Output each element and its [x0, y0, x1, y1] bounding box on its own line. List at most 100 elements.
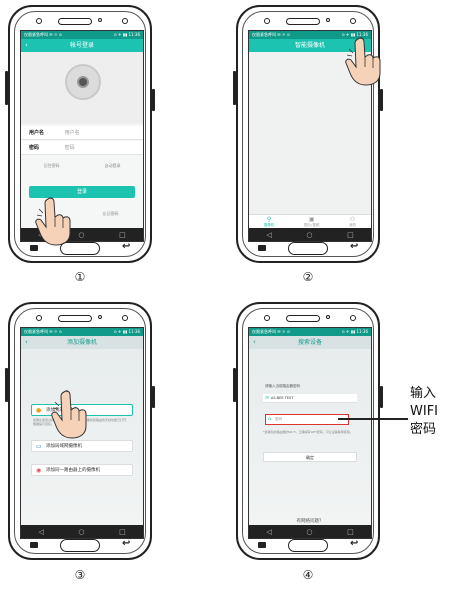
camera-banner	[21, 52, 143, 124]
network-problem-link[interactable]: 有网络问题？	[249, 518, 371, 524]
side-button	[152, 89, 155, 111]
remember-password-checkbox[interactable]: 记住密码	[44, 163, 60, 169]
side-button	[152, 386, 155, 408]
password-field[interactable]: 密码 密码	[21, 141, 143, 155]
page-title: 智能摄像机	[294, 42, 325, 49]
sensor-dot	[98, 18, 102, 22]
image-tab-icon: ▣	[308, 215, 315, 223]
physical-home-button[interactable]	[60, 539, 100, 552]
wifi-icon: ≋	[265, 395, 270, 401]
tab-label: 我的	[349, 222, 357, 227]
nav-home-icon[interactable]: ○	[306, 528, 312, 536]
back-arrow-icon[interactable]: ‹	[25, 336, 28, 349]
annotation-line-2: WIFI	[410, 404, 438, 419]
auto-login-checkbox[interactable]: 自动登录	[105, 163, 121, 169]
side-button	[5, 71, 8, 105]
sensor-dot	[326, 315, 330, 319]
nav-back-icon[interactable]: ◁	[266, 528, 271, 536]
blurred-background	[249, 349, 371, 525]
pointing-hand-icon	[51, 390, 87, 439]
step-label-1: ①	[74, 270, 86, 284]
annotation-text: 输入 WIFI 密码	[410, 385, 438, 439]
nav-recent-icon[interactable]: □	[119, 231, 126, 239]
forgot-password-link[interactable]: 忘记密码	[103, 211, 119, 217]
wifi-name: AS-BEE TEST	[271, 396, 294, 400]
wifi-password-input[interactable]: ⌂ 密码	[265, 414, 349, 425]
sensor-dot	[350, 315, 356, 321]
menu-key-icon[interactable]	[30, 245, 38, 251]
back-key-icon[interactable]: ↩	[122, 538, 130, 549]
tab-camera[interactable]: ⚲ 摄像机	[264, 216, 275, 228]
tab-label: 图片/视频	[304, 222, 320, 227]
bottom-tab-bar: ⚲ 摄像机 ▣ 图片/视频 ⚇ 我的	[249, 214, 371, 228]
camera-icon	[65, 64, 101, 100]
title-bar: ‹ 搜索设备	[249, 336, 371, 349]
step-label-4: ④	[302, 568, 314, 582]
phone-top-bar	[10, 312, 150, 324]
wifi-network-row[interactable]: ≋ AS-BEE TEST	[263, 394, 357, 403]
side-button	[380, 386, 383, 408]
nav-home-icon[interactable]: ○	[306, 231, 312, 239]
tab-mine[interactable]: ⚇ 我的	[349, 216, 356, 228]
side-button	[380, 89, 383, 111]
annotation-line-3: 密码	[410, 422, 437, 437]
nav-back-icon[interactable]: ◁	[266, 231, 271, 239]
sensor-dot	[98, 315, 102, 319]
phone-bottom-bar: ↩	[238, 537, 378, 553]
router-option-icon: ◉	[36, 467, 42, 474]
sensor-dot	[122, 18, 128, 24]
nav-recent-icon[interactable]: □	[119, 528, 126, 536]
status-left: 仅限紧急呼叫 ✉ ☼ ⊙	[24, 32, 63, 37]
title-bar: ‹ 帐号登录	[21, 39, 143, 52]
step-label-3: ③	[74, 568, 86, 582]
menu-key-icon[interactable]	[30, 542, 38, 548]
back-arrow-icon[interactable]: ‹	[253, 336, 256, 349]
password-input[interactable]: 密码	[65, 145, 75, 151]
menu-key-icon[interactable]	[258, 542, 266, 548]
status-bar: 仅限紧急呼叫 ✉ ☼ ⊙ ⊙ ✈ ▮▮ 11:36	[21, 31, 143, 39]
physical-home-button[interactable]	[288, 539, 328, 552]
lan-option-icon: ▭	[36, 443, 42, 450]
nav-home-icon[interactable]: ○	[78, 231, 84, 239]
page-title: 搜索设备	[297, 339, 322, 346]
confirm-button[interactable]: 确定	[263, 452, 357, 462]
side-button	[5, 368, 8, 402]
app-screen-search-device: 仅限紧急呼叫 ✉ ☼ ⊙ ⊙ ✈ ▮▮ 11:36 ‹ 搜索设备 请输入当前路由…	[248, 327, 372, 539]
back-key-icon[interactable]: ↩	[350, 538, 358, 549]
back-arrow-icon[interactable]: ‹	[25, 39, 28, 52]
nav-back-icon[interactable]: ◁	[38, 528, 43, 536]
nav-home-icon[interactable]: ○	[78, 528, 84, 536]
nav-recent-icon[interactable]: □	[347, 231, 354, 239]
status-right: ⊙ ✈ ▮▮ 11:36	[341, 329, 368, 334]
phone-frame-1: 仅限紧急呼叫 ✉ ☼ ⊙ ⊙ ✈ ▮▮ 11:36 ‹ 帐号登录 用户名 用户名…	[5, 5, 155, 263]
add-same-router-camera-option[interactable]: ◉ 添加同一路由器上的摄像机	[31, 464, 133, 476]
menu-key-icon[interactable]	[258, 245, 266, 251]
back-key-icon[interactable]: ↩	[350, 241, 358, 252]
camera-dot	[36, 315, 42, 321]
lock-icon: ⌂	[268, 416, 272, 422]
physical-home-button[interactable]	[288, 242, 328, 255]
annotation-line-1: 输入	[410, 386, 437, 401]
sensor-dot	[326, 18, 330, 22]
username-field[interactable]: 用户名 用户名	[21, 126, 143, 140]
speaker-slot	[286, 315, 320, 322]
annotation-line	[338, 418, 408, 420]
nav-recent-icon[interactable]: □	[347, 528, 354, 536]
camera-dot	[264, 18, 270, 24]
phone-top-bar	[238, 312, 378, 324]
phone-frame-3: 仅限紧急呼叫 ✉ ☼ ⊙ ⊙ ✈ ▮▮ 11:36 ‹ 添加摄像机 ● 添加我的…	[5, 302, 155, 560]
tab-media[interactable]: ▣ 图片/视频	[304, 216, 319, 228]
phone-bottom-bar: ↩	[238, 240, 378, 256]
option-label: 添加局域网摄像机	[46, 444, 82, 449]
phone-bottom-bar: ↩	[10, 537, 150, 553]
password-label: 密码	[29, 145, 40, 151]
router-password-prompt: 请输入当前路由器密码	[265, 384, 300, 388]
page-title: 添加摄像机	[66, 339, 97, 346]
pointing-hand-icon	[345, 37, 381, 86]
username-input[interactable]: 用户名	[65, 130, 80, 136]
add-lan-camera-option[interactable]: ▭ 添加局域网摄像机	[31, 440, 133, 452]
back-key-icon[interactable]: ↩	[122, 241, 130, 252]
phone-frame-2: 仅限紧急呼叫 ✉ ☼ ⊙ ⊙ ✈ ▮▮ 11:36 智能摄像机 ⚲ 摄像机 ▣ …	[233, 5, 383, 263]
physical-home-button[interactable]	[60, 242, 100, 255]
camera-dot	[264, 315, 270, 321]
